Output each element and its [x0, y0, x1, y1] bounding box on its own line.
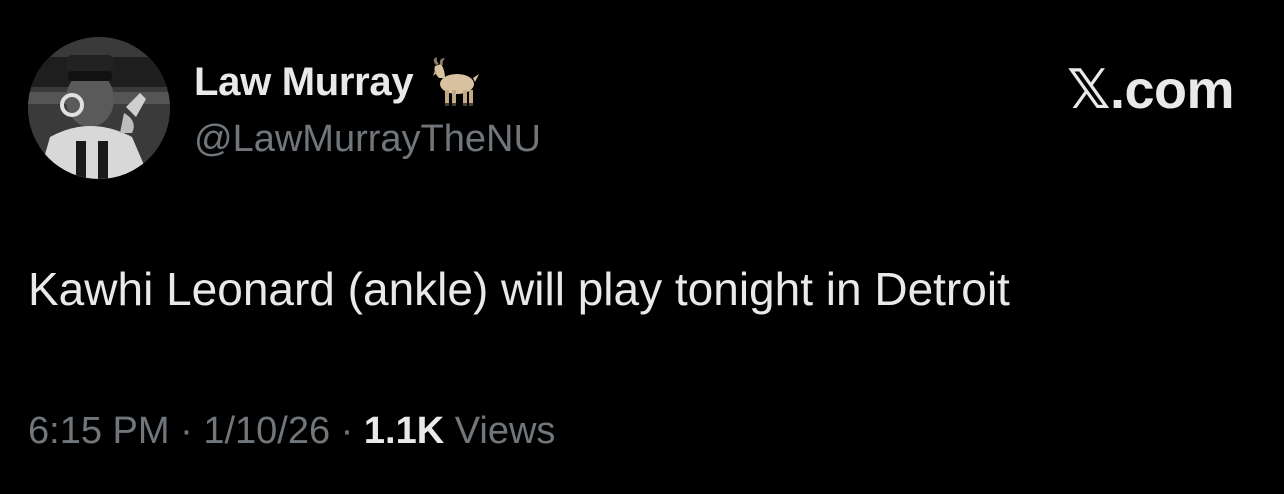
x-com-logo: 𝕏.com — [1066, 60, 1235, 120]
meta-separator: · — [330, 410, 364, 452]
tweet-time[interactable]: 6:15 PM — [28, 410, 170, 452]
views-label: Views — [444, 410, 556, 452]
tweet-text: Kawhi Leonard (ankle) will play tonight … — [28, 263, 1010, 315]
meta-separator: · — [169, 410, 204, 452]
tweet-date[interactable]: 1/10/26 — [203, 410, 330, 452]
views-count[interactable]: 1.1K — [364, 410, 444, 452]
goat-icon — [433, 57, 480, 106]
display-name[interactable]: Law Murray — [194, 60, 414, 105]
author-handle[interactable]: @LawMurrayTheNU — [194, 118, 541, 161]
avatar[interactable] — [28, 37, 170, 179]
tweet-meta: 6:15 PM · 1/10/26 · 1.1K Views — [28, 410, 555, 453]
author-name-row[interactable]: Law Murray — [194, 56, 485, 108]
